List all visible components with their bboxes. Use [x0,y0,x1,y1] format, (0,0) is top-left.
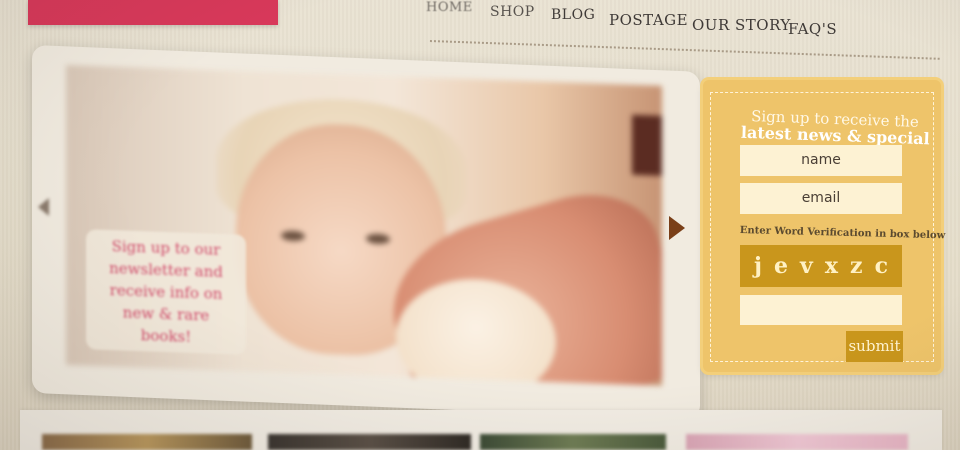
captcha-image: j e v x z c [740,245,902,287]
hero-caption-text: Sign up to our newsletter and receive in… [109,237,223,346]
captcha-letter: x [824,253,838,279]
captcha-letter: c [874,253,888,279]
logo-banner[interactable] [28,0,278,25]
product-thumbnail[interactable] [686,434,908,450]
nav-item-shop[interactable]: SHOP [490,4,535,20]
captcha-letter: j [754,253,762,279]
captcha-letter: v [800,253,813,279]
captcha-letter: e [774,253,789,279]
captcha-letter: z [850,253,863,279]
nav-item-faqs[interactable]: FAQ'S [788,20,837,38]
email-input[interactable]: email [740,183,902,214]
photo-sleeve [632,114,662,176]
nav-item-blog[interactable]: BLOG [551,7,595,23]
slider-prev-arrow-icon[interactable] [38,198,49,216]
nav-item-our-story[interactable]: OUR STORY [692,16,791,34]
product-thumbnail[interactable] [480,434,666,450]
slider-next-arrow-icon[interactable] [669,216,685,240]
nav-item-postage[interactable]: POSTAGE [609,11,688,29]
main-nav: HOME SHOP BLOG POSTAGE OUR STORY FAQ'S [410,0,950,62]
nav-item-home[interactable]: HOME [426,0,473,15]
product-thumbnail[interactable] [42,434,252,450]
hero-caption-box: Sign up to our newsletter and receive in… [86,229,246,355]
captcha-input[interactable] [740,295,902,325]
submit-button[interactable]: submit [846,331,903,362]
product-thumbnail[interactable] [268,434,471,450]
name-input[interactable]: name [740,145,902,176]
